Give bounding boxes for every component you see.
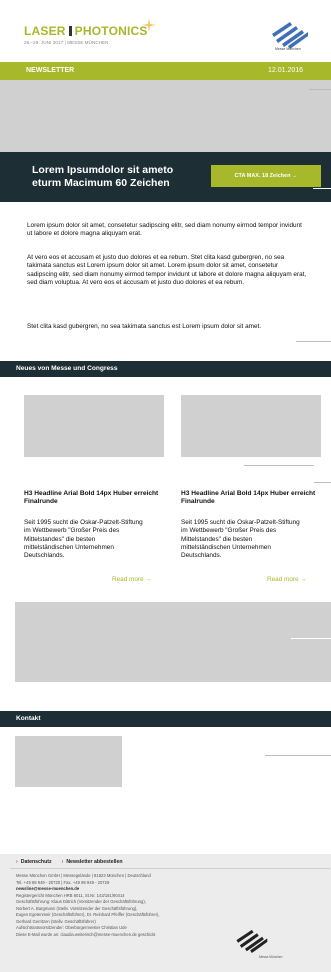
card-2-image-placeholder	[181, 395, 321, 457]
card-2-text: Seit 1995 sucht die Oskar-Patzelt-Stiftu…	[181, 519, 300, 560]
cta-headline-line1: Lorem Ipsumdolor sit ameto	[32, 164, 174, 176]
laser-photonics-logo: LASER PHOTONICS	[24, 24, 148, 38]
footer-links: › Datenschutz › Newsletter abbestellen	[16, 859, 123, 865]
guide-line	[296, 341, 331, 342]
section-title-contact: Kontakt	[16, 715, 41, 722]
card-2-read-more-link[interactable]: Read more →	[267, 576, 307, 583]
body-paragraph-2: At vero eos et accusam et justo duo dolo…	[27, 254, 307, 287]
card-1-read-more-link[interactable]: Read more →	[112, 576, 152, 583]
body-paragraph-1: Lorem ipsum dolor sit amet, consetetur s…	[27, 222, 302, 238]
footer-link-unsubscribe[interactable]: Newsletter abbestellen	[66, 859, 122, 865]
guide-line	[244, 465, 314, 466]
messe-muenchen-footer-logo-icon	[236, 929, 268, 953]
guide-line	[291, 638, 331, 639]
chevron-right-icon: ›	[16, 859, 18, 865]
mm-logo-text: Messe München	[275, 47, 301, 51]
section-title-news: Neues von Messe und Congress	[16, 365, 118, 372]
sparkle-icon	[142, 18, 156, 32]
contact-image-placeholder	[15, 736, 122, 787]
newsletter-page: LASER PHOTONICS 26.–29. JUNI 2017 | MESSE…	[0, 0, 331, 972]
newsletter-date: 12.01.2016	[268, 67, 304, 74]
footer-link-privacy[interactable]: Datenschutz	[21, 859, 52, 865]
footer-logo-text: Messe München	[259, 955, 283, 959]
hero-image-placeholder	[0, 80, 331, 152]
cta-headline-line2: eturm Macimum 60 Zeichen	[32, 177, 170, 189]
logo-word-laser: LASER	[24, 24, 66, 38]
cta-headline: Lorem Ipsumdolor sit ameto eturm Macimum…	[32, 164, 212, 190]
guide-line	[309, 89, 331, 90]
newsletter-bar: NEWSLETTER 12.01.2016	[0, 62, 331, 80]
card-1-headline: H3 Headline Arial Bold 14px Huber erreic…	[24, 490, 159, 505]
card-1-text: Seit 1995 sucht die Oskar-Patzelt-Stiftu…	[24, 519, 143, 560]
card-2-headline: H3 Headline Arial Bold 14px Huber erreic…	[181, 490, 316, 505]
chevron-right-icon: ›	[61, 859, 64, 865]
banner-image-placeholder	[15, 602, 331, 682]
messe-muenchen-logo-icon	[272, 22, 308, 49]
section-header-news: Neues von Messe und Congress	[0, 361, 331, 377]
newsletter-label: NEWSLETTER	[26, 67, 75, 74]
logo-subtitle: 26.–29. JUNI 2017 | MESSE MÜNCHEN	[24, 40, 109, 45]
footer-line: Diese E-Mail wurde an: claudia.weiterisc…	[16, 931, 156, 937]
logo-word-photonics: PHOTONICS	[74, 24, 148, 38]
guide-line	[265, 755, 331, 756]
card-1-image-placeholder	[24, 395, 164, 457]
guide-line	[314, 482, 331, 483]
section-header-contact: Kontakt	[0, 711, 331, 727]
footer-divider	[10, 868, 330, 869]
guide-line	[313, 188, 331, 189]
body-paragraph-3: Stet clita kasd gubergren, no sea takima…	[27, 323, 262, 330]
logo-separator	[68, 26, 72, 36]
cta-button[interactable]: CTA MAX. 18 Zeichen →	[211, 165, 321, 187]
footer-imprint: Messe München GmbH | Messegelände | 8182…	[16, 873, 226, 938]
